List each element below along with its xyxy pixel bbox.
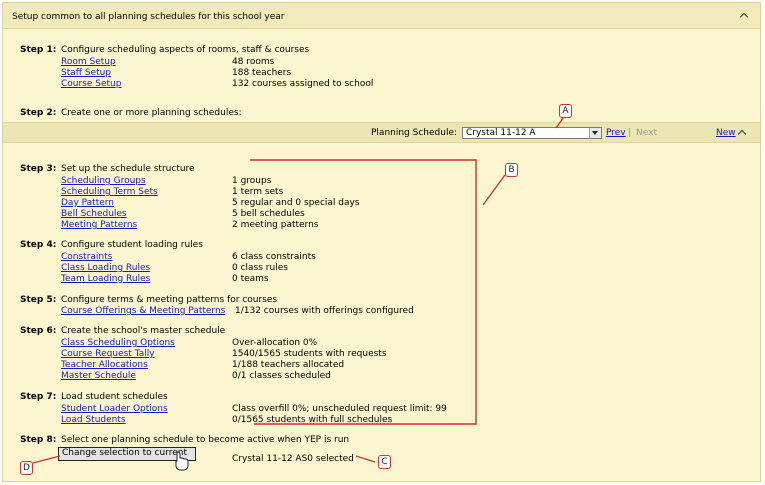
class-loading-rules-value: 0 class rules — [232, 263, 288, 273]
load-students-link[interactable]: Load Students — [61, 415, 126, 425]
callout-c: C — [378, 455, 391, 469]
course-request-tally-value: 1540/1565 students with requests — [232, 349, 387, 359]
master-schedule-value: 0/1 classes scheduled — [232, 371, 331, 381]
scheduling-term-sets-link[interactable]: Scheduling Term Sets — [61, 187, 158, 197]
prev-link[interactable]: Prev — [606, 128, 626, 138]
step1-text: Configure scheduling aspects of rooms, s… — [61, 45, 310, 55]
course-offerings-value: 1/132 courses with offerings configured — [235, 306, 414, 316]
day-pattern-link[interactable]: Day Pattern — [61, 198, 114, 208]
setup-panel: Setup common to all planning schedules f… — [2, 2, 761, 482]
bell-schedules-value: 5 bell schedules — [232, 209, 305, 219]
class-scheduling-options-link[interactable]: Class Scheduling Options — [61, 338, 175, 348]
meeting-patterns-value: 2 meeting patterns — [232, 220, 319, 230]
student-loader-options-link[interactable]: Student Loader Options — [61, 404, 168, 414]
scheduling-term-sets-value: 1 term sets — [232, 187, 284, 197]
staff-setup-value: 188 teachers — [232, 68, 292, 78]
day-pattern-value: 5 regular and 0 special days — [232, 198, 360, 208]
caret-up-icon[interactable] — [738, 128, 748, 138]
new-schedule-link[interactable]: New — [716, 128, 736, 138]
step5-label: Step 5: — [20, 295, 57, 305]
teacher-allocations-link[interactable]: Teacher Allocations — [61, 360, 148, 370]
staff-setup-link[interactable]: Staff Setup — [61, 68, 111, 78]
constraints-link[interactable]: Constraints — [61, 252, 112, 262]
step1-label: Step 1: — [20, 45, 57, 55]
panel-title: Setup common to all planning schedules f… — [12, 12, 285, 22]
chevron-down-icon[interactable] — [589, 128, 601, 138]
step7-text: Load student schedules — [61, 392, 168, 402]
course-setup-value: 132 courses assigned to school — [232, 79, 374, 89]
next-link: Next — [636, 128, 657, 138]
scheduling-groups-value: 1 groups — [232, 176, 272, 186]
step3-label: Step 3: — [20, 164, 57, 174]
caret-up-icon[interactable] — [740, 11, 750, 21]
step7-label: Step 7: — [20, 392, 57, 402]
step8-text: Select one planning schedule to become a… — [61, 435, 350, 445]
step6-label: Step 6: — [20, 326, 57, 336]
class-loading-rules-link[interactable]: Class Loading Rules — [61, 263, 150, 273]
load-students-value: 0/1565 students with full schedules — [232, 415, 393, 425]
class-scheduling-options-value: Over-allocation 0% — [232, 338, 318, 348]
step2-text: Create one or more planning schedules: — [61, 108, 242, 118]
step2-label: Step 2: — [20, 108, 57, 118]
scheduling-groups-link[interactable]: Scheduling Groups — [61, 176, 146, 186]
step4-text: Configure student loading rules — [61, 240, 203, 250]
team-loading-rules-value: 0 teams — [232, 274, 269, 284]
callout-b: B — [505, 163, 518, 177]
constraints-value: 6 class constraints — [232, 252, 316, 262]
selection-status: Crystal 11-12 AS0 selected — [232, 454, 354, 464]
step4-label: Step 4: — [20, 240, 57, 250]
planning-schedule-label: Planning Schedule: — [371, 128, 458, 138]
room-setup-link[interactable]: Room Setup — [61, 57, 116, 67]
step6-text: Create the school's master schedule — [61, 326, 226, 336]
bell-schedules-link[interactable]: Bell Schedules — [61, 209, 127, 219]
planning-schedule-value: Crystal 11-12 A — [466, 128, 536, 138]
master-schedule-link[interactable]: Master Schedule — [61, 371, 136, 381]
course-request-tally-link[interactable]: Course Request Tally — [61, 349, 155, 359]
step3-text: Set up the schedule structure — [61, 164, 195, 174]
teacher-allocations-value: 1/188 teachers allocated — [232, 360, 345, 370]
course-setup-link[interactable]: Course Setup — [61, 79, 121, 89]
planning-schedule-bar: Planning Schedule: Crystal 11-12 A Prev … — [3, 122, 760, 143]
panel-header[interactable]: Setup common to all planning schedules f… — [3, 3, 760, 29]
planning-schedule-select[interactable]: Crystal 11-12 A — [462, 127, 602, 139]
meeting-patterns-link[interactable]: Meeting Patterns — [61, 220, 137, 230]
change-selection-button[interactable]: Change selection to current — [58, 447, 196, 461]
callout-a: A — [559, 104, 572, 118]
course-offerings-link[interactable]: Course Offerings & Meeting Patterns — [61, 306, 225, 316]
team-loading-rules-link[interactable]: Team Loading Rules — [61, 274, 150, 284]
callout-d: D — [20, 461, 33, 475]
step5-text: Configure terms & meeting patterns for c… — [61, 295, 278, 305]
nav-separator: | — [628, 128, 632, 138]
student-loader-options-value: Class overfill 0%; unscheduled request l… — [232, 404, 447, 414]
step8-label: Step 8: — [20, 435, 57, 445]
room-setup-value: 48 rooms — [232, 57, 275, 67]
